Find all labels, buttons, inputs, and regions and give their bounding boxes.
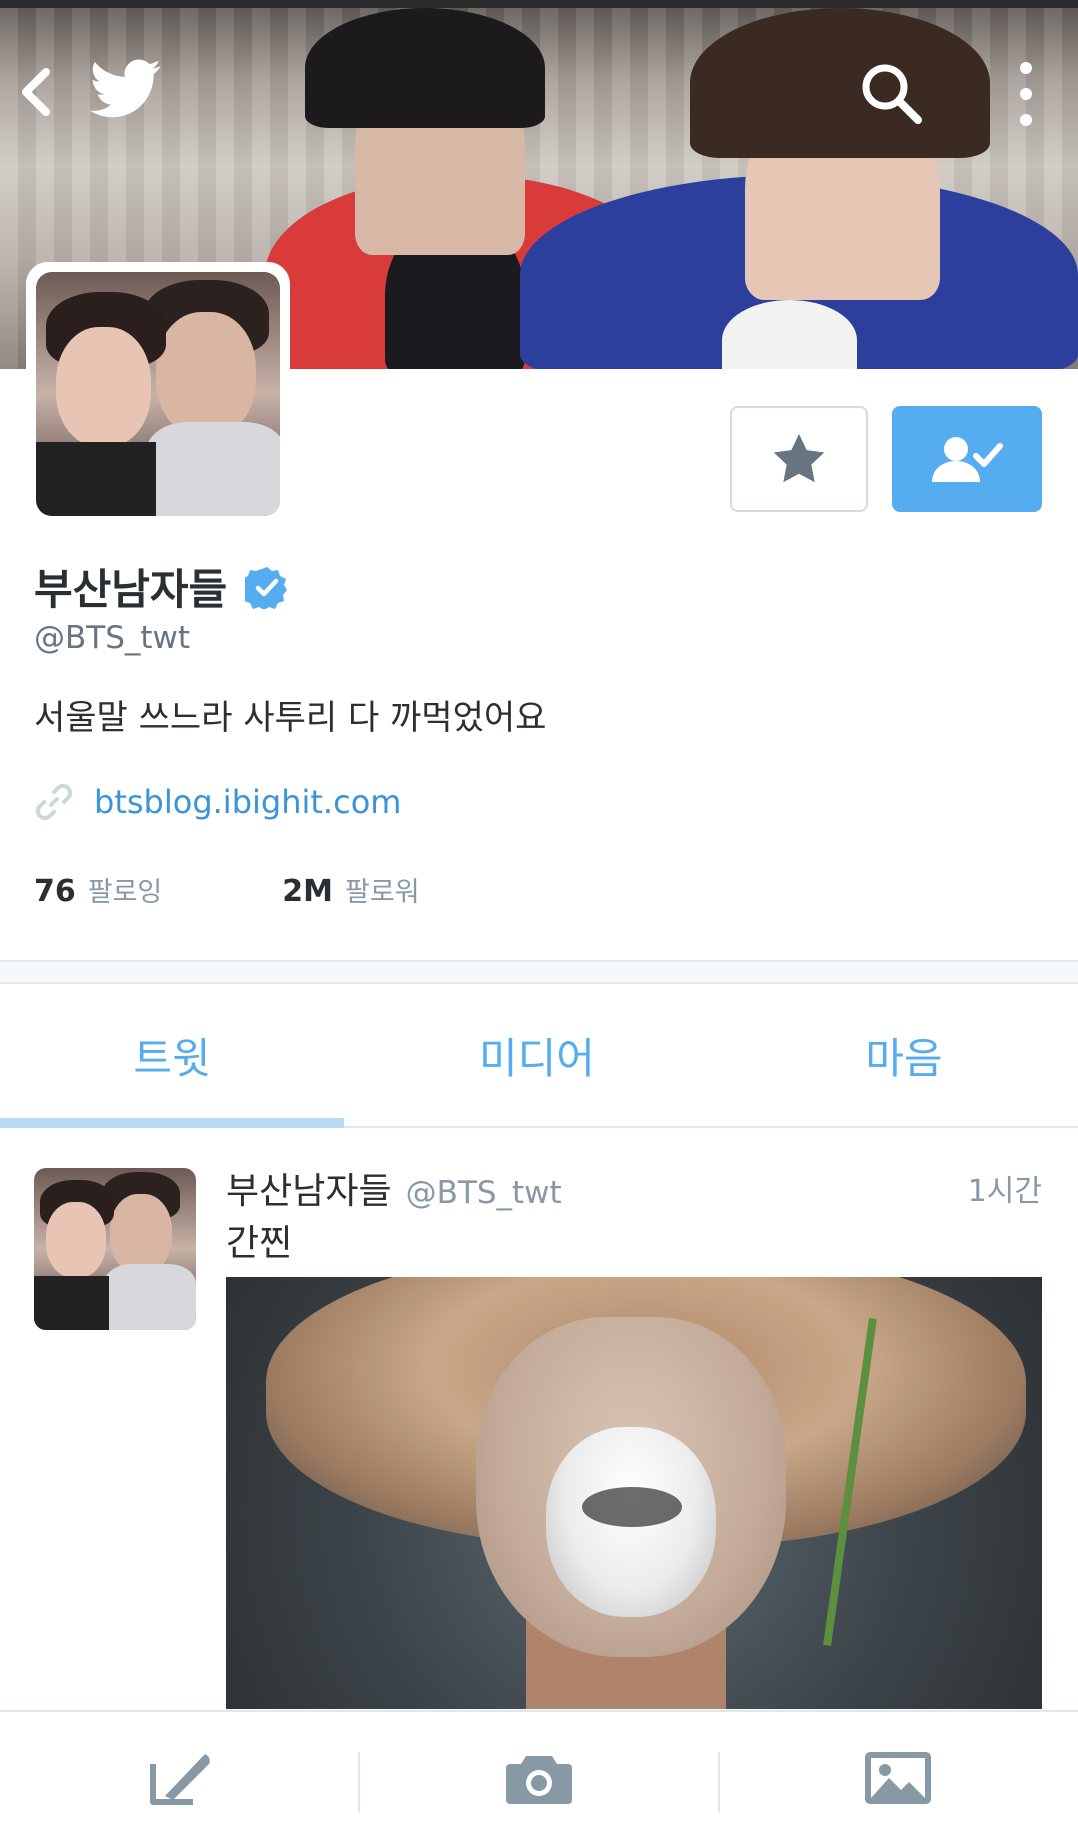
image-icon [865, 1752, 932, 1804]
compose-tweet-button[interactable] [0, 1712, 359, 1844]
person-check-icon [932, 437, 1003, 482]
back-icon[interactable] [16, 62, 56, 122]
star-icon [773, 434, 825, 483]
profile-tabs: 트윗 미디어 마음 [0, 984, 1078, 1128]
profile-name-row: 부산남자들 [34, 556, 289, 617]
twitter-bird-icon[interactable] [90, 58, 162, 120]
avatar-image [36, 272, 280, 516]
tab-tweets[interactable]: 트윗 [0, 984, 344, 1126]
status-bar [0, 0, 1078, 8]
profile-stats: 76 팔로잉 2M 팔로워 [34, 870, 420, 909]
following-button[interactable] [892, 406, 1042, 512]
link-icon [35, 783, 73, 821]
tweet-timestamp: 1시간 [967, 1174, 1042, 1209]
camera-button[interactable] [359, 1712, 718, 1844]
profile-avatar[interactable] [26, 262, 290, 526]
camera-icon [505, 1756, 572, 1804]
banner-person-left-hair [305, 8, 545, 128]
profile-handle: @BTS_twt [34, 620, 191, 656]
section-divider [0, 960, 1078, 984]
followers-count[interactable]: 2M [282, 874, 333, 909]
profile-link-row[interactable]: btsblog.ibighit.com [34, 782, 401, 822]
tweet-author-handle[interactable]: @BTS_twt [406, 1175, 562, 1211]
profile-name: 부산남자들 [34, 565, 228, 614]
tweet-media-image[interactable] [226, 1277, 1042, 1709]
following-count[interactable]: 76 [34, 874, 76, 909]
active-tab-indicator [0, 1118, 344, 1128]
search-icon[interactable] [858, 60, 924, 126]
tweet-text: 간찐 [226, 1223, 293, 1264]
more-vertical-icon[interactable] [1015, 58, 1037, 130]
tweet-header: 부산남자들 @BTS_twt [226, 1162, 562, 1214]
tab-likes[interactable]: 마음 [730, 984, 1078, 1126]
tweet-avatar[interactable] [34, 1168, 196, 1330]
tweet-author-name[interactable]: 부산남자들 [226, 1162, 392, 1214]
profile-website-link[interactable]: btsblog.ibighit.com [94, 783, 401, 821]
banner-person-right-hair [690, 8, 990, 158]
verified-badge-icon [245, 566, 288, 609]
tab-media[interactable]: 미디어 [344, 984, 730, 1126]
gallery-button[interactable] [719, 1712, 1078, 1844]
compose-icon [149, 1754, 210, 1805]
favorite-button[interactable] [730, 406, 868, 512]
followers-label[interactable]: 팔로워 [345, 870, 420, 909]
bottom-action-bar [0, 1710, 1078, 1844]
following-label[interactable]: 팔로잉 [88, 870, 163, 909]
profile-bio: 서울말 쓰느라 사투리 다 까먹었어요 [34, 698, 547, 738]
